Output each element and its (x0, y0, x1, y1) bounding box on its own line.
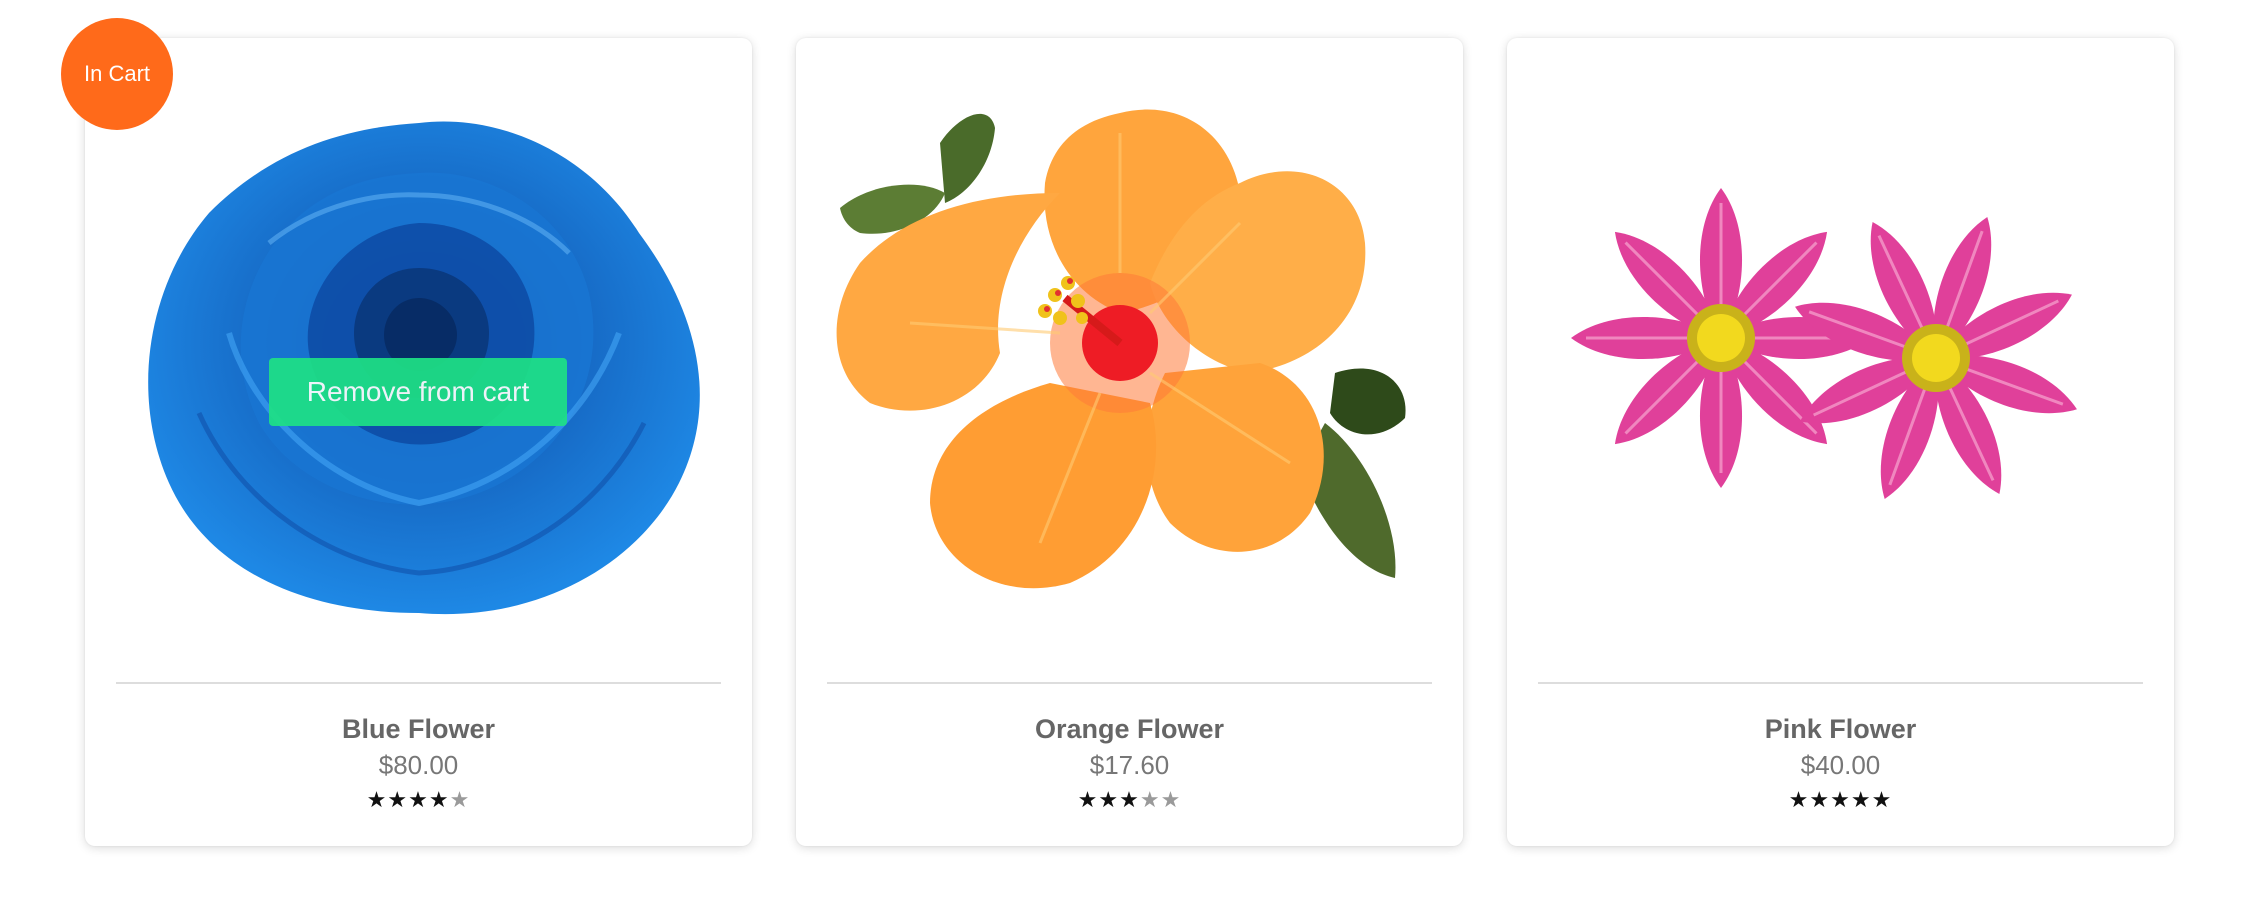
star-filled-icon: ★ (366, 788, 388, 813)
star-filled-icon: ★ (1871, 788, 1893, 813)
star-filled-icon: ★ (1809, 788, 1831, 813)
product-name: Pink Flower (1764, 714, 1917, 744)
card-divider (827, 682, 1432, 684)
star-rating: ★★★★★ (85, 787, 752, 815)
star-empty-icon: ★ (1160, 788, 1182, 813)
star-filled-icon: ★ (1788, 788, 1810, 813)
in-cart-badge: In Cart (61, 18, 173, 130)
product-card-pink-flower[interactable]: Pink Flower $40.00 ★★★★★ (1507, 38, 2174, 846)
star-filled-icon: ★ (1830, 788, 1851, 813)
product-name: Blue Flower (341, 714, 496, 744)
product-price: $80.00 (378, 750, 459, 780)
star-filled-icon: ★ (1119, 788, 1140, 813)
star-filled-icon: ★ (387, 788, 409, 813)
product-info: Orange Flower $17.60 ★★★★★ (796, 712, 1463, 815)
star-filled-icon: ★ (1077, 788, 1099, 813)
star-filled-icon: ★ (1098, 788, 1120, 813)
star-filled-icon: ★ (428, 788, 450, 813)
card-divider (116, 682, 721, 684)
remove-from-cart-button[interactable]: Remove from cart (269, 358, 567, 426)
star-empty-icon: ★ (449, 788, 471, 813)
product-grid: Blue Flower $80.00 ★★★★★ Remove from car… (85, 38, 2174, 846)
star-rating: ★★★★★ (1507, 787, 2174, 815)
product-price: $17.60 (1089, 750, 1170, 780)
star-rating: ★★★★★ (796, 787, 1463, 815)
product-name: Orange Flower (1034, 714, 1225, 744)
product-card-blue-flower[interactable]: Blue Flower $80.00 ★★★★★ Remove from car… (85, 38, 752, 846)
card-divider (1538, 682, 2143, 684)
product-price: $40.00 (1800, 750, 1881, 780)
star-empty-icon: ★ (1139, 788, 1161, 813)
product-info: Blue Flower $80.00 ★★★★★ (85, 712, 752, 815)
product-info: Pink Flower $40.00 ★★★★★ (1507, 712, 2174, 815)
star-filled-icon: ★ (1850, 788, 1872, 813)
product-card-orange-flower[interactable]: Orange Flower $17.60 ★★★★★ (796, 38, 1463, 846)
orange-hibiscus-image[interactable] (796, 38, 1463, 688)
pink-cosmos-image[interactable] (1507, 38, 2174, 688)
star-filled-icon: ★ (408, 788, 429, 813)
